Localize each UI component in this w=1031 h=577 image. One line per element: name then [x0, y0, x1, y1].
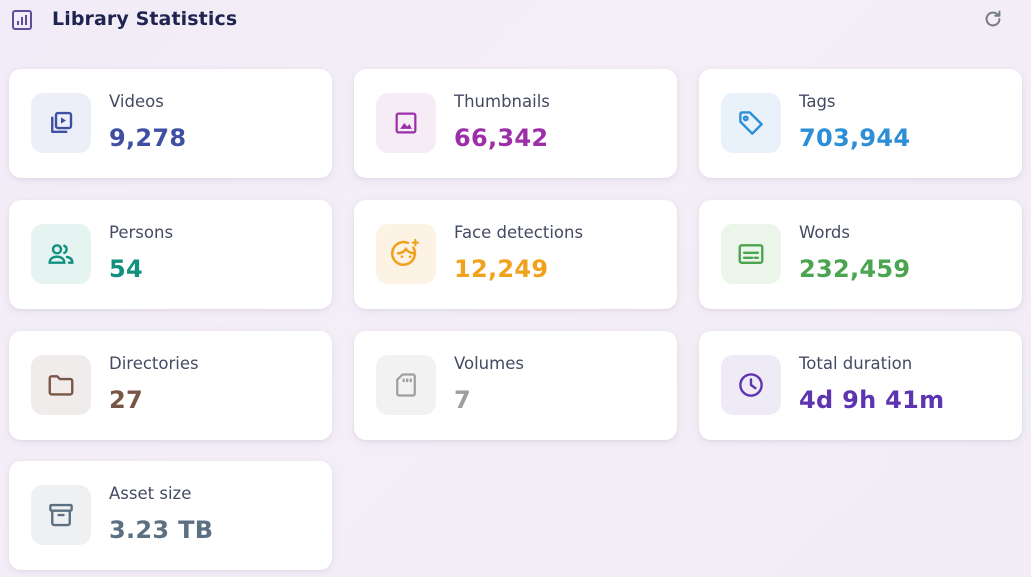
stat-value: 54: [109, 255, 143, 283]
stat-card-persons: Persons 54: [9, 200, 332, 309]
people-icon: [31, 224, 91, 284]
stat-value: 7: [454, 386, 471, 414]
library-statistics-page: Library Statistics Videos 9,278 Thumbnai…: [0, 0, 1031, 577]
clock-icon: [721, 355, 781, 415]
stat-label: Face detections: [454, 223, 584, 242]
stat-label: Tags: [799, 92, 836, 111]
stat-label: Persons: [109, 223, 174, 242]
stat-card-videos: Videos 9,278: [9, 69, 332, 178]
stat-label: Total duration: [799, 354, 913, 373]
refresh-icon[interactable]: [981, 7, 1005, 31]
tag-icon: [721, 93, 781, 153]
face-icon: [376, 224, 436, 284]
stat-value: 27: [109, 386, 143, 414]
stat-label: Thumbnails: [454, 92, 550, 111]
bar-chart-icon: [10, 8, 34, 32]
header: Library Statistics: [0, 0, 1031, 42]
stat-card-directories: Directories 27: [9, 331, 332, 440]
stat-value: 3.23 TB: [109, 516, 214, 544]
stat-value: 9,278: [109, 124, 187, 152]
stat-card-words: Words 232,459: [699, 200, 1022, 309]
stat-value: 703,944: [799, 124, 911, 152]
subtitles-icon: [721, 224, 781, 284]
stat-label: Directories: [109, 354, 199, 373]
stat-card-tags: Tags 703,944: [699, 69, 1022, 178]
stat-card-face-detections: Face detections 12,249: [354, 200, 677, 309]
stat-card-asset-size: Asset size 3.23 TB: [9, 461, 332, 570]
archive-icon: [31, 485, 91, 545]
stat-card-total-duration: Total duration 4d 9h 41m: [699, 331, 1022, 440]
stat-label: Words: [799, 223, 851, 242]
video-library-icon: [31, 93, 91, 153]
stat-value: 66,342: [454, 124, 549, 152]
stat-label: Volumes: [454, 354, 524, 373]
sd-card-icon: [376, 355, 436, 415]
stat-value: 232,459: [799, 255, 911, 283]
image-icon: [376, 93, 436, 153]
stat-label: Asset size: [109, 484, 192, 503]
stat-value: 4d 9h 41m: [799, 386, 945, 414]
page-title: Library Statistics: [52, 8, 238, 30]
stat-card-volumes: Volumes 7: [354, 331, 677, 440]
stat-card-thumbnails: Thumbnails 66,342: [354, 69, 677, 178]
folder-icon: [31, 355, 91, 415]
stat-label: Videos: [109, 92, 164, 111]
stat-value: 12,249: [454, 255, 549, 283]
